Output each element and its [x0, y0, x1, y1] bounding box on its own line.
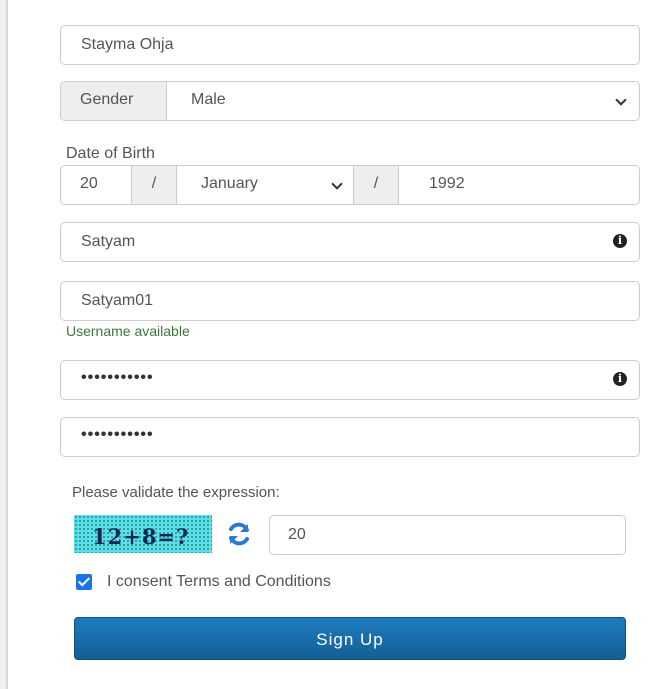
gender-addon: Gender	[61, 82, 167, 120]
chevron-down-icon	[615, 94, 627, 106]
captcha-answer-value: 20	[288, 526, 306, 543]
dob-separator-1: /	[131, 166, 177, 204]
dob-label: Date of Birth	[66, 145, 155, 162]
captcha-expression: 12+8=?	[92, 524, 190, 549]
confirm-password-input[interactable]: •••••••••••	[60, 417, 640, 457]
username-input[interactable]: Satyam01	[60, 281, 640, 321]
gender-select[interactable]: Gender Male	[60, 81, 640, 121]
password-value: •••••••••••	[81, 369, 154, 386]
dob-month-select[interactable]: January	[177, 166, 353, 204]
left-border	[0, 0, 8, 689]
consent-checkbox[interactable]	[76, 574, 92, 590]
consent-label: I consent Terms and Conditions	[107, 573, 331, 590]
dob-year-value: 1992	[429, 175, 465, 192]
confirm-password-value: •••••••••••	[81, 426, 154, 443]
name-value: Satyam	[81, 233, 136, 250]
sign-up-label: Sign Up	[316, 630, 384, 649]
info-icon[interactable]: i	[613, 372, 627, 386]
gender-value: Male	[191, 91, 226, 108]
captcha-image: 12+8=?	[74, 515, 212, 553]
dob-day-input[interactable]: 20	[61, 166, 131, 204]
full-name-input[interactable]: Stayma Ohja	[60, 25, 640, 65]
dob-day-value: 20	[80, 175, 98, 192]
info-icon[interactable]: i	[613, 234, 627, 248]
dob-year-input[interactable]: 1992	[399, 166, 639, 204]
captcha-prompt: Please validate the expression:	[72, 484, 280, 501]
refresh-icon[interactable]	[226, 521, 252, 547]
dob-group: 20 / January / 1992	[60, 165, 640, 205]
name-input[interactable]: Satyam i	[60, 222, 640, 262]
sign-up-button[interactable]: Sign Up	[74, 617, 626, 660]
username-status: Username available	[66, 323, 190, 339]
full-name-value: Stayma Ohja	[81, 36, 174, 53]
gender-label: Gender	[80, 91, 134, 108]
captcha-answer-input[interactable]: 20	[269, 515, 626, 555]
dob-separator-2: /	[353, 166, 399, 204]
password-input[interactable]: ••••••••••• i	[60, 360, 640, 400]
chevron-down-icon	[331, 178, 343, 190]
username-value: Satyam01	[81, 292, 154, 309]
dob-month-value: January	[201, 175, 258, 192]
